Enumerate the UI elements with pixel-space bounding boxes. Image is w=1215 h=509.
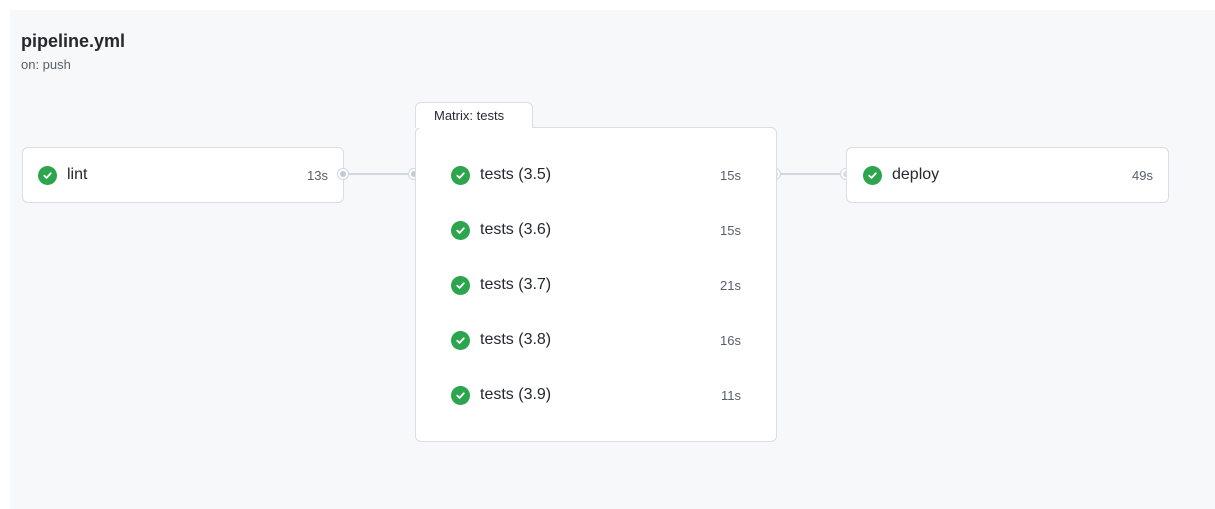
workflow-trigger: on: push: [21, 57, 71, 72]
workflow-graph-canvas: pipeline.yml on: push lint 13s Matrix: t…: [10, 10, 1215, 509]
check-circle-icon: [863, 165, 882, 185]
matrix-job-row[interactable]: tests (3.5) 15s: [416, 148, 776, 202]
connector-dot-lint-out: [338, 169, 348, 179]
check-circle-icon: [451, 275, 470, 295]
job-name: deploy: [892, 166, 940, 183]
matrix-group-tests: tests (3.5) 15s tests (3.6) 15s tests (3…: [415, 127, 777, 442]
job-duration: 11s: [721, 387, 741, 403]
matrix-job-row[interactable]: tests (3.8) 16s: [416, 313, 776, 367]
check-circle-icon: [451, 220, 470, 240]
matrix-job-row[interactable]: tests (3.7) 21s: [416, 258, 776, 312]
check-circle-icon: [451, 330, 470, 350]
matrix-job-row[interactable]: tests (3.9) 11s: [416, 368, 776, 422]
check-circle-icon: [451, 385, 470, 405]
job-card-lint[interactable]: lint 13s: [22, 147, 344, 203]
connector-line-lint-matrix: [348, 173, 410, 175]
job-duration: 21s: [720, 277, 741, 293]
job-name: tests (3.8): [480, 331, 552, 348]
workflow-header: pipeline.yml on: push: [21, 30, 125, 73]
job-card-deploy[interactable]: deploy 49s: [846, 147, 1169, 203]
check-circle-icon: [38, 165, 57, 185]
job-duration: 16s: [720, 332, 741, 348]
job-duration: 15s: [720, 222, 741, 238]
job-duration: 13s: [307, 167, 328, 183]
job-name: tests (3.5): [480, 166, 552, 183]
job-name: lint: [67, 166, 88, 183]
matrix-job-row[interactable]: tests (3.6) 15s: [416, 203, 776, 257]
job-duration: 49s: [1132, 167, 1153, 183]
job-name: tests (3.9): [480, 386, 552, 403]
connector-line-matrix-deploy: [780, 173, 842, 175]
check-circle-icon: [451, 165, 470, 185]
job-name: tests (3.6): [480, 221, 552, 238]
job-duration: 15s: [720, 167, 741, 183]
workflow-title[interactable]: pipeline.yml: [21, 30, 125, 52]
job-name: tests (3.7): [480, 276, 552, 293]
matrix-label-tab: Matrix: tests: [415, 102, 533, 128]
